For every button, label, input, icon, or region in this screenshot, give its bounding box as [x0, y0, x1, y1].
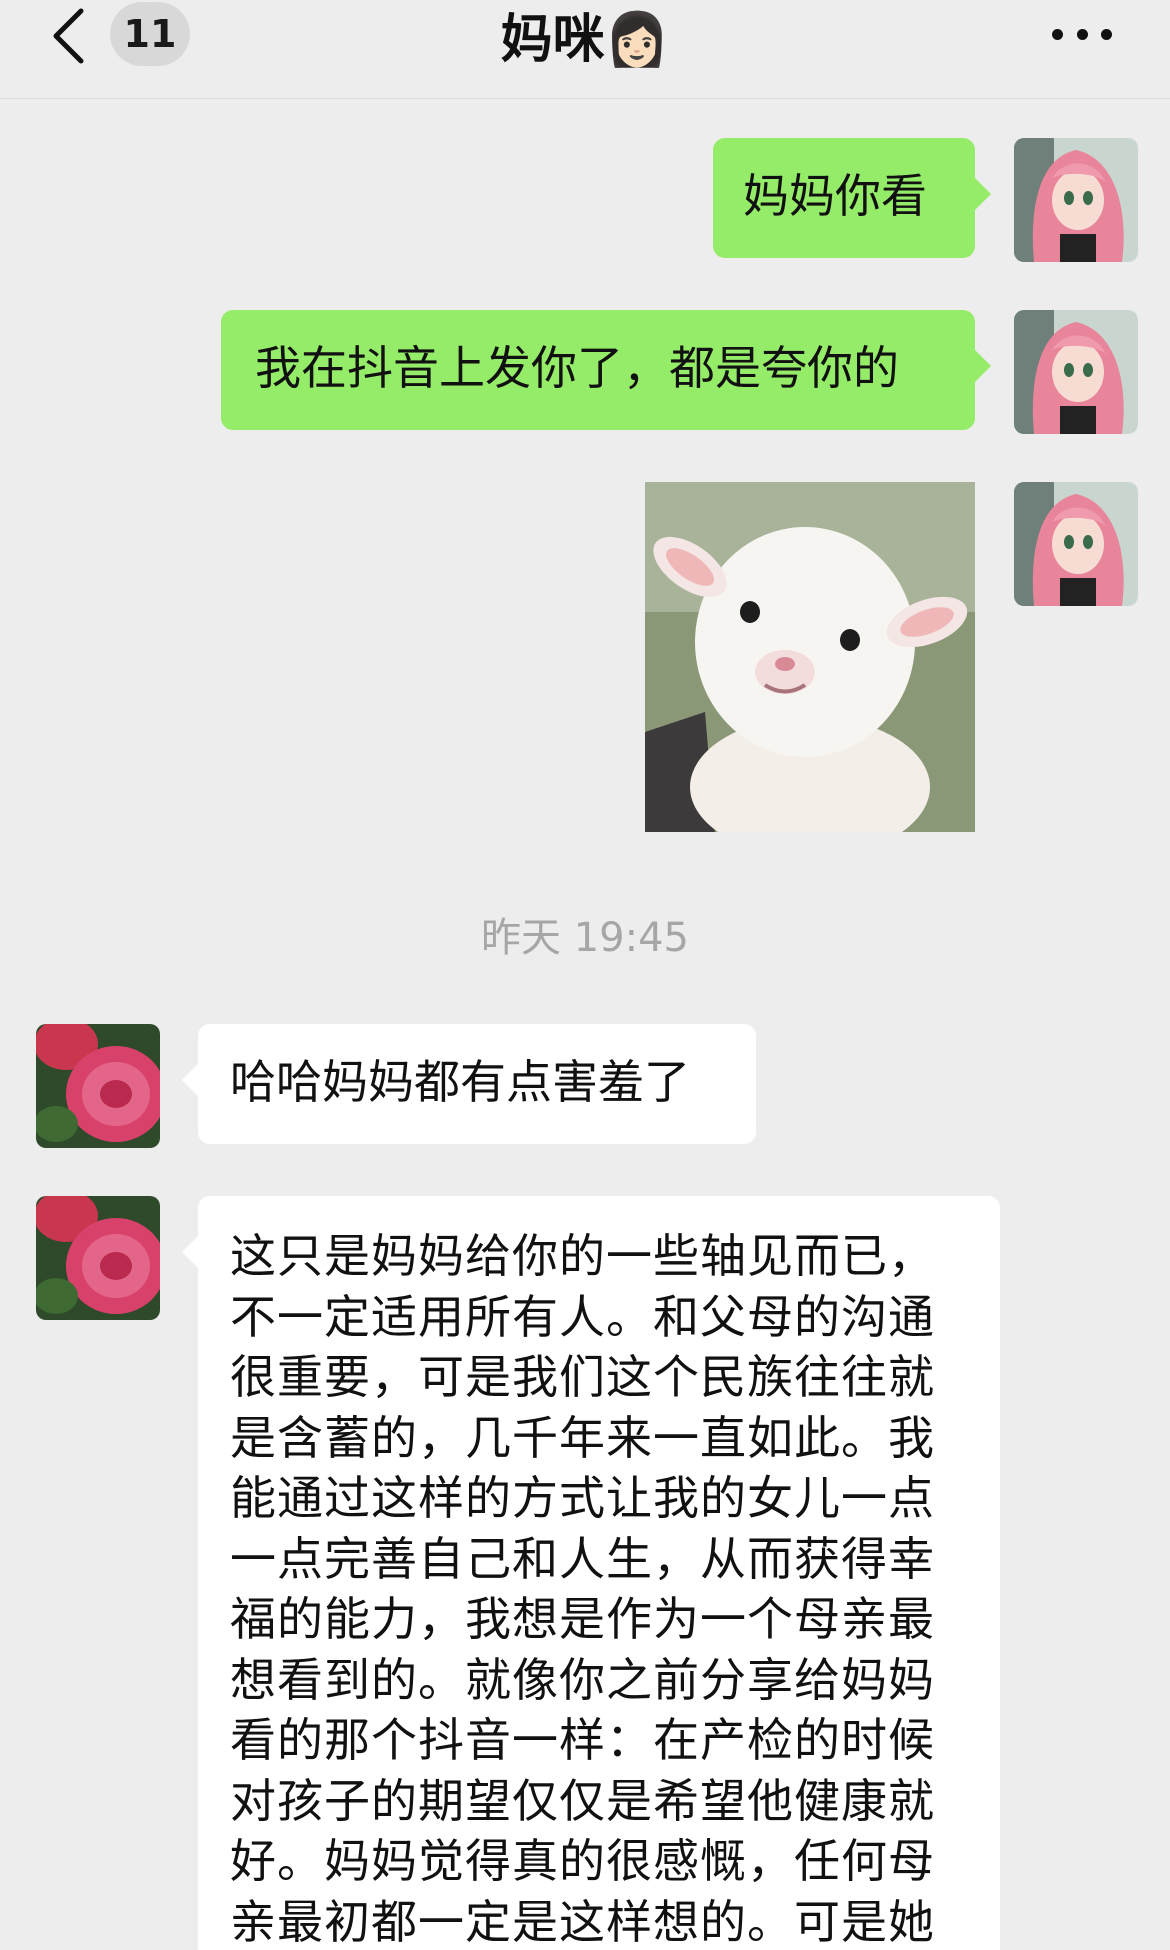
chevron-left-icon [53, 8, 84, 64]
my-avatar[interactable] [1014, 138, 1138, 262]
received-message-bubble[interactable]: 这只是妈妈给你的一些轴见而已，不一定适用所有人。和父母的沟通很重要，可是我们这个… [182, 1196, 1000, 1950]
sent-image-lamb[interactable] [645, 482, 975, 832]
chat-header: 11 妈咪👩🏻 [0, 0, 1170, 99]
chat-title: 妈咪👩🏻 [500, 9, 670, 70]
more-dots-icon [1052, 28, 1063, 40]
my-avatar[interactable] [1014, 310, 1138, 434]
back-button[interactable] [40, 4, 96, 68]
contact-avatar[interactable] [36, 1024, 160, 1148]
more-dots-icon [1076, 28, 1088, 40]
more-dots-icon [1101, 28, 1112, 40]
message-text: 哈哈妈妈都有点害羞了 [230, 1055, 690, 1109]
message-text: 妈妈你看 [743, 169, 927, 223]
unread-count-badge[interactable]: 11 [110, 2, 190, 66]
sent-message-bubble[interactable]: 妈妈你看 [713, 138, 991, 258]
message-text: 这只是妈妈给你的一些轴见而已，不一定适用所有人。和父母的沟通很重要，可是我们这个… [230, 1229, 935, 1949]
sent-message-bubble[interactable]: 我在抖音上发你了，都是夸你的 [221, 310, 991, 430]
my-avatar[interactable] [1014, 482, 1138, 606]
chat-screen: 11 妈咪👩🏻 妈妈你看 我在抖音上发你了，都是夸你的 昨天 19:45 哈哈妈… [0, 0, 1170, 1950]
received-message-bubble[interactable]: 哈哈妈妈都有点害羞了 [182, 1024, 756, 1144]
message-text: 我在抖音上发你了，都是夸你的 [255, 341, 899, 395]
contact-avatar[interactable] [36, 1196, 160, 1320]
message-timestamp: 昨天 19:45 [481, 915, 689, 961]
more-button[interactable] [1052, 14, 1112, 54]
